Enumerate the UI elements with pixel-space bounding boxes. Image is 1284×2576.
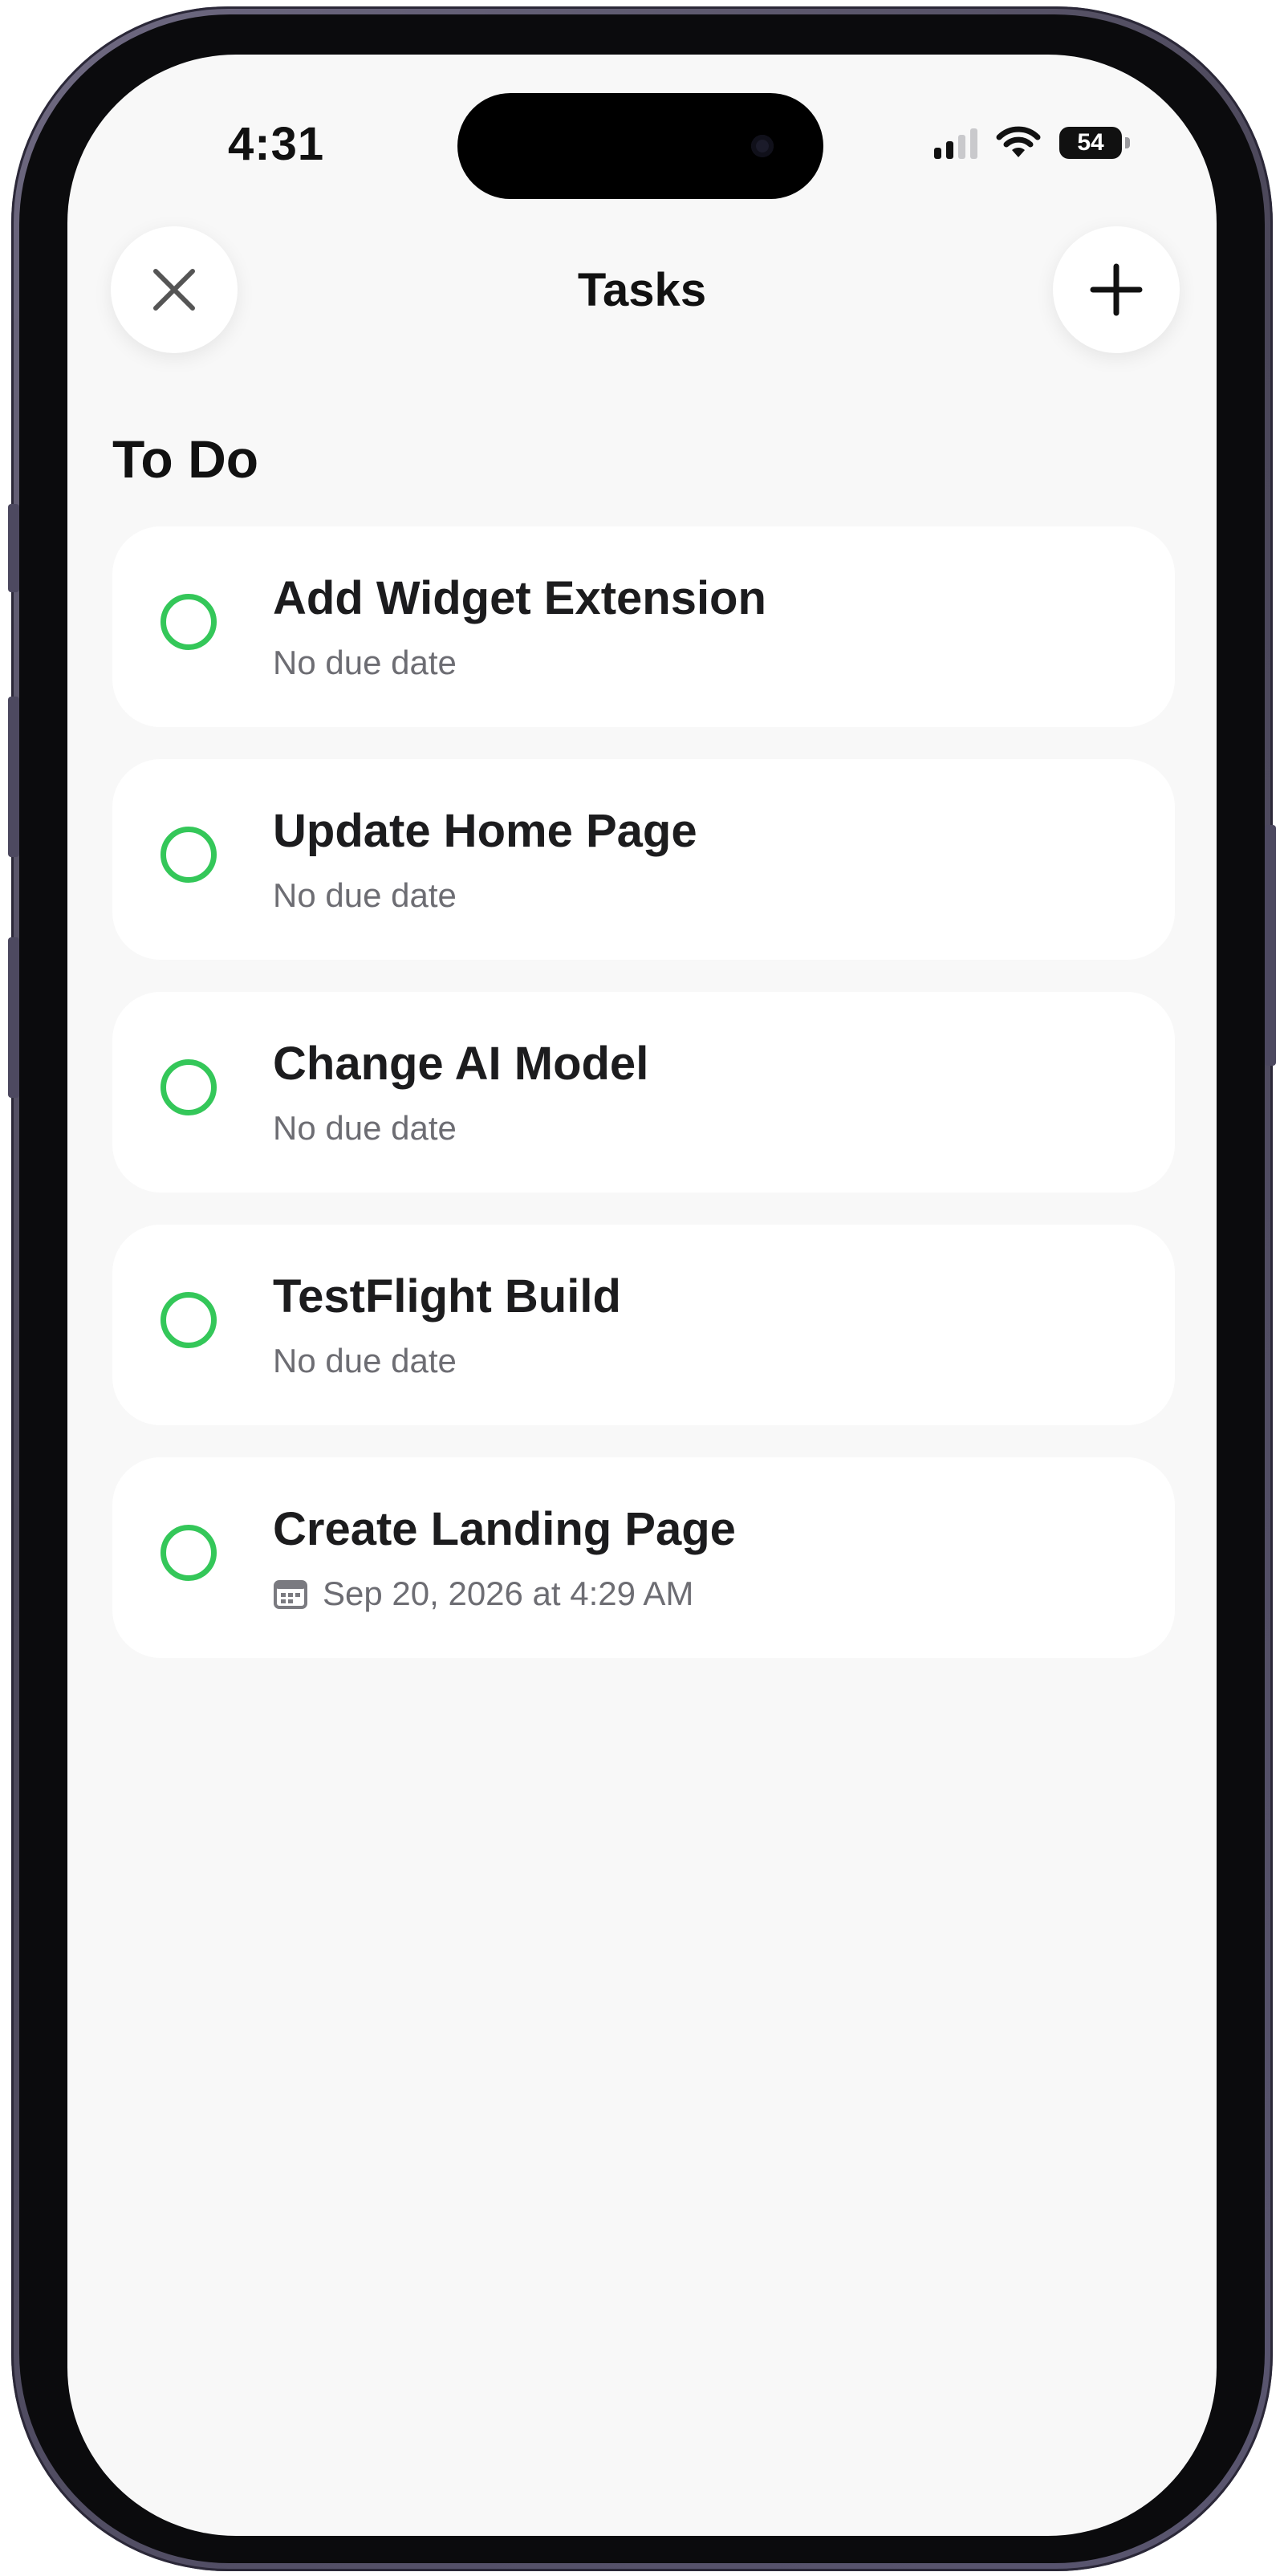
task-complete-toggle[interactable] <box>160 1525 217 1581</box>
task-due-date: Sep 20, 2026 at 4:29 AM <box>273 1574 693 1613</box>
task-row[interactable]: TestFlight Build No due date <box>112 1225 1175 1425</box>
task-due-text: No due date <box>273 1342 457 1379</box>
battery-icon: 54 <box>1059 127 1130 159</box>
action-button <box>8 504 19 592</box>
task-due-date: No due date <box>273 644 457 682</box>
task-title: Update Home Page <box>273 805 697 857</box>
screen: 4:31 54 Tasks To Do Add Widget Extension… <box>67 55 1217 2536</box>
page-title: Tasks <box>577 264 707 316</box>
task-complete-toggle[interactable] <box>160 827 217 883</box>
task-due-date: No due date <box>273 876 457 915</box>
task-row[interactable]: Create Landing Page Sep 20, 2026 at 4:29… <box>112 1457 1175 1658</box>
task-row[interactable]: Change AI Model No due date <box>112 992 1175 1193</box>
volume-down-button <box>8 937 19 1098</box>
battery-cap <box>1125 137 1130 148</box>
cellular-signal-icon <box>934 127 977 159</box>
power-button <box>1265 825 1276 1066</box>
volume-up-button <box>8 697 19 857</box>
task-title: Change AI Model <box>273 1038 649 1090</box>
section-title: To Do <box>112 429 259 489</box>
task-due-date: No due date <box>273 1109 457 1148</box>
task-due-text: No due date <box>273 876 457 914</box>
task-title: Add Widget Extension <box>273 572 766 624</box>
calendar-icon <box>274 1580 307 1609</box>
task-complete-toggle[interactable] <box>160 1059 217 1115</box>
status-time: 4:31 <box>228 118 325 170</box>
task-complete-toggle[interactable] <box>160 1292 217 1348</box>
battery-level: 54 <box>1077 129 1104 156</box>
wifi-icon <box>996 126 1041 157</box>
task-complete-toggle[interactable] <box>160 594 217 650</box>
plus-icon <box>1090 263 1143 316</box>
task-list: Add Widget Extension No due date Update … <box>112 526 1175 1690</box>
task-due-text: Sep 20, 2026 at 4:29 AM <box>323 1574 694 1612</box>
task-row[interactable]: Update Home Page No due date <box>112 759 1175 960</box>
task-due-date: No due date <box>273 1342 457 1380</box>
task-due-text: No due date <box>273 1109 457 1147</box>
task-title: TestFlight Build <box>273 1270 621 1323</box>
front-camera <box>751 135 774 157</box>
task-due-text: No due date <box>273 644 457 681</box>
task-title: Create Landing Page <box>273 1503 736 1555</box>
dynamic-island <box>457 93 823 199</box>
task-row[interactable]: Add Widget Extension No due date <box>112 526 1175 727</box>
status-indicators: 54 <box>934 125 1130 160</box>
add-task-button[interactable] <box>1053 226 1180 353</box>
